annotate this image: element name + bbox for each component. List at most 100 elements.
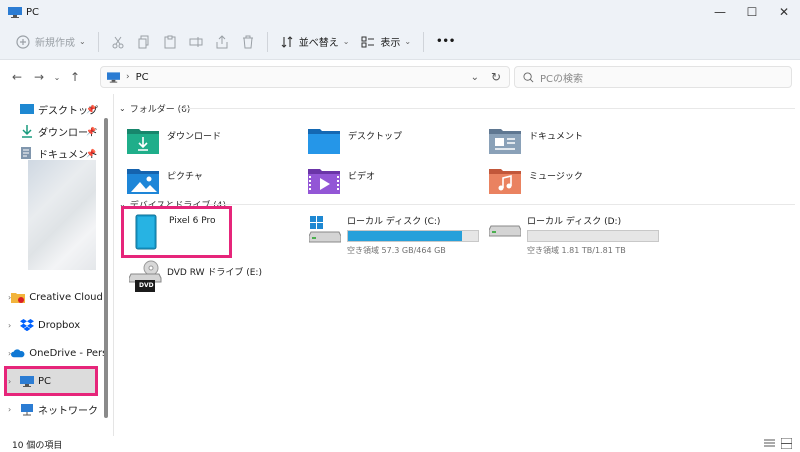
search-icon	[523, 71, 534, 82]
maximize-button[interactable]: ☐	[736, 0, 768, 24]
sidebar-item-creative-cloud[interactable]: › Creative Cloud Fi	[0, 286, 104, 308]
view-list-icon	[361, 36, 375, 47]
chevron-right-icon[interactable]: ›	[8, 321, 20, 330]
drive-dvd[interactable]: DVD DVD RW ドライブ (E:)	[129, 260, 309, 304]
documents-folder-icon	[489, 129, 521, 154]
creative-cloud-folder-icon	[11, 293, 26, 303]
chevron-down-icon[interactable]: ⌄	[471, 72, 479, 83]
share-button[interactable]	[209, 28, 235, 56]
chevron-right-icon[interactable]: ›	[8, 405, 20, 414]
chevron-down-icon: ⌄	[79, 37, 86, 46]
sidebar-item-desktop[interactable]: デスクトップ 📌	[0, 98, 104, 120]
folder-downloads[interactable]: ダウンロード	[127, 120, 307, 160]
back-button[interactable]: ←	[6, 70, 28, 84]
download-folder-icon	[127, 129, 159, 154]
divider	[97, 31, 99, 52]
sidebar-scrollbar[interactable]	[104, 118, 108, 418]
new-button[interactable]: 新規作成 ⌄	[10, 28, 92, 56]
copy-button[interactable]	[131, 28, 157, 56]
pc-icon	[107, 71, 120, 83]
rename-button[interactable]	[183, 28, 209, 56]
title-bar: PC — ☐ ✕	[0, 0, 800, 24]
blurred-items	[28, 160, 96, 270]
window-title: PC	[26, 6, 40, 18]
rename-icon	[189, 36, 203, 47]
pictures-folder-icon	[127, 169, 159, 194]
drive-c[interactable]: ローカル ディスク (C:) 空き領域 57.3 GB/464 GB	[309, 214, 489, 258]
scissors-icon	[112, 36, 124, 48]
chevron-down-icon: ⌄	[119, 104, 126, 113]
close-button[interactable]: ✕	[768, 0, 800, 24]
sidebar-item-network[interactable]: › ネットワーク	[0, 398, 104, 420]
pin-icon: 📌	[86, 104, 96, 114]
folder-music[interactable]: ミュージック	[489, 160, 669, 200]
chevron-down-icon: ⌄	[342, 37, 350, 46]
pixel-highlight-box	[121, 206, 232, 258]
divider	[266, 31, 268, 52]
sidebar-item-label: OneDrive - Perso	[29, 347, 104, 359]
folder-pictures[interactable]: ピクチャ	[127, 160, 307, 200]
command-bar: 新規作成 ⌄ 並べ替え ⌄ 表示 ⌄ •••	[0, 24, 800, 60]
music-folder-icon	[489, 169, 521, 194]
cut-button[interactable]	[105, 28, 131, 56]
sort-label: 並べ替え	[298, 38, 339, 49]
drive-d[interactable]: ローカル ディスク (D:) 空き領域 1.81 TB/1.81 TB	[489, 214, 669, 258]
refresh-icon[interactable]: ↻	[491, 70, 501, 84]
download-icon	[22, 125, 32, 138]
minimize-button[interactable]: —	[704, 0, 736, 24]
pin-icon: 📌	[86, 148, 96, 158]
folder-videos[interactable]: ビデオ	[308, 160, 488, 200]
desktop-icon	[20, 104, 34, 114]
navigation-pane: デスクトップ 📌 ダウンロード 📌 ドキュメント 📌 › Creative Cl…	[0, 94, 114, 436]
item-count: 10 個の項目	[12, 440, 63, 451]
pc-icon	[8, 6, 22, 18]
share-icon	[216, 34, 228, 48]
forward-button[interactable]: →	[28, 70, 50, 84]
sidebar-item-onedrive[interactable]: › OneDrive - Perso	[0, 342, 104, 364]
sort-button[interactable]: 並べ替え ⌄	[274, 28, 356, 56]
tiles-view-icon[interactable]	[781, 438, 792, 449]
pc-highlight-box	[4, 366, 98, 396]
more-button[interactable]: •••	[430, 28, 461, 56]
view-button[interactable]: 表示 ⌄	[355, 28, 417, 56]
recent-dropdown[interactable]: ⌄	[50, 73, 64, 82]
videos-folder-icon	[308, 169, 340, 194]
up-button[interactable]: ↑	[64, 70, 86, 84]
search-input[interactable]: PCの検索	[514, 66, 792, 88]
address-bar[interactable]: › PC ⌄ ↻	[100, 66, 510, 88]
dropbox-icon	[20, 319, 34, 331]
status-bar: 10 個の項目	[0, 436, 800, 452]
sort-icon	[281, 35, 293, 48]
folder-desktop[interactable]: デスクトップ	[308, 120, 488, 160]
clipboard-icon	[164, 35, 176, 48]
trash-icon	[242, 35, 253, 48]
address-row: ← → ⌄ ↑ › PC ⌄ ↻ PCの検索	[0, 60, 800, 94]
details-view-icon[interactable]	[764, 438, 775, 449]
sidebar-item-dropbox[interactable]: › Dropbox	[0, 314, 104, 336]
chevron-down-icon: ⌄	[404, 37, 412, 46]
paste-button[interactable]	[157, 28, 183, 56]
desktop-folder-icon	[308, 129, 340, 154]
drive-d-usage-bar	[527, 230, 659, 242]
content-pane: ⌄ フォルダー (6) ダウンロード デスクトップ ドキュメント ピクチャ ビデ…	[115, 94, 800, 436]
view-label: 表示	[380, 38, 401, 49]
chevron-right-icon: ›	[126, 72, 130, 82]
drive-c-usage-fill	[348, 231, 462, 241]
new-label: 新規作成	[35, 38, 75, 49]
sidebar-item-label: Dropbox	[38, 319, 81, 331]
onedrive-cloud-icon	[11, 349, 25, 358]
windows-drive-icon	[309, 216, 341, 243]
document-icon	[21, 147, 31, 159]
sidebar-item-label: Creative Cloud Fi	[29, 291, 104, 303]
sidebar-item-label: ネットワーク	[38, 405, 98, 417]
drive-icon	[489, 225, 521, 237]
pin-icon: 📌	[86, 126, 96, 136]
sidebar-item-downloads[interactable]: ダウンロード 📌	[0, 120, 104, 142]
breadcrumb-pc[interactable]: PC	[136, 72, 149, 83]
delete-button[interactable]	[235, 28, 261, 56]
plus-circle-icon	[16, 34, 30, 49]
network-icon	[21, 403, 33, 415]
folder-documents[interactable]: ドキュメント	[489, 120, 669, 160]
drive-c-usage-bar	[347, 230, 479, 242]
dvd-badge: DVD	[139, 282, 154, 289]
